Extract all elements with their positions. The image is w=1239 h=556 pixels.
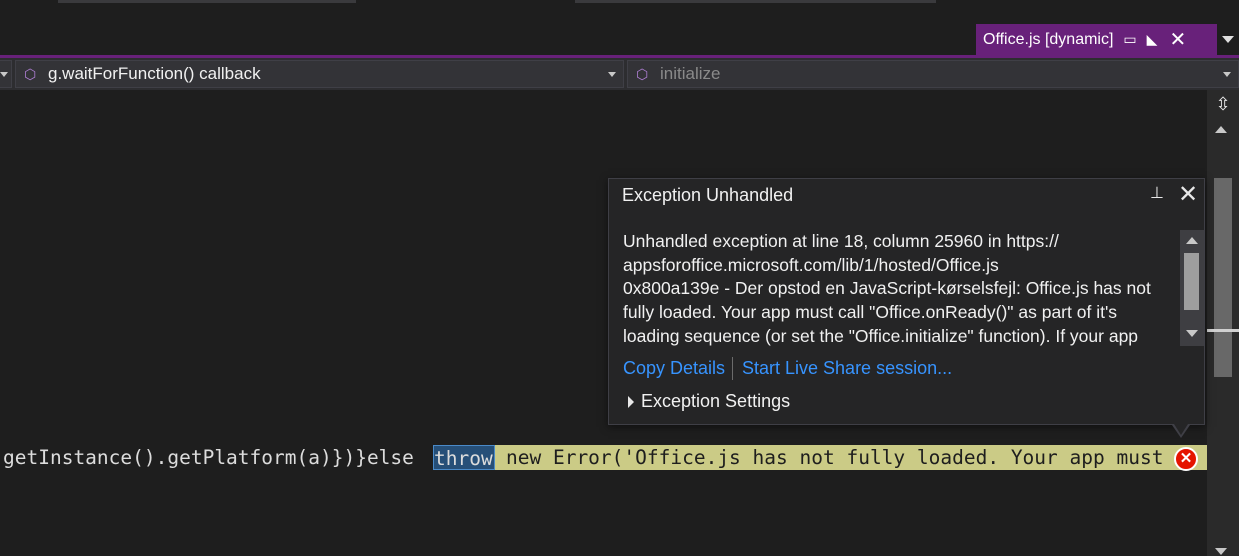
exception-message: Unhandled exception at line 18, column 2… xyxy=(623,230,1173,346)
code-line[interactable]: getInstance().getPlatform(a)})}else thro… xyxy=(0,445,1207,470)
split-editor-icon[interactable]: ⇳ xyxy=(1210,92,1236,116)
document-tab-title: Office.js [dynamic] xyxy=(983,30,1114,48)
close-icon[interactable]: ✕ xyxy=(1178,180,1198,209)
message-line: 0x800a139e - Der opstod en JavaScript-kø… xyxy=(623,278,1151,299)
scroll-up-icon[interactable] xyxy=(1215,126,1227,133)
chevron-down-icon xyxy=(0,72,8,77)
pin-icon[interactable]: ⊥ xyxy=(1150,183,1164,203)
exception-settings-toggle[interactable]: Exception Settings xyxy=(641,391,790,412)
pin-icon[interactable]: ▭ xyxy=(1123,31,1136,48)
scroll-down-icon[interactable] xyxy=(1186,330,1198,337)
editor-scroll-thumb[interactable] xyxy=(1214,178,1232,377)
scroll-down-icon[interactable] xyxy=(1215,548,1227,555)
cube-icon: ⬡ xyxy=(24,65,37,82)
code-text: getInstance().getPlatform(a)})}else xyxy=(3,446,414,469)
member-combo[interactable]: ⬡ initialize xyxy=(627,60,1239,88)
document-tab-officejs[interactable]: Office.js [dynamic] ▭ ◣ ✕ xyxy=(976,24,1217,55)
expand-arrow-icon[interactable] xyxy=(628,396,634,408)
close-icon[interactable]: ✕ xyxy=(1169,27,1186,52)
message-line: Unhandled exception at line 18, column 2… xyxy=(623,231,1059,251)
message-line: fully loaded. Your app must call "Office… xyxy=(623,302,1118,323)
scope-combo[interactable]: ⬡ g.waitForFunction() callback xyxy=(15,60,624,88)
message-line: appsforoffice.microsoft.com/lib/1/hosted… xyxy=(623,254,999,275)
popup-pointer-fill xyxy=(1174,424,1188,435)
tab-dropdown-icon[interactable] xyxy=(1222,36,1234,43)
member-combo-label: initialize xyxy=(660,64,721,83)
message-scroll-thumb[interactable] xyxy=(1184,253,1199,310)
previous-tab-edge[interactable] xyxy=(575,0,936,3)
scroll-up-icon[interactable] xyxy=(1186,237,1198,244)
link-divider xyxy=(732,357,733,380)
float-window-icon[interactable]: ◣ xyxy=(1147,31,1158,48)
chevron-down-icon xyxy=(608,72,616,77)
code-selection: throw xyxy=(433,445,495,470)
previous-tab-edge[interactable] xyxy=(58,0,356,3)
live-share-link[interactable]: Start Live Share session... xyxy=(742,358,952,379)
message-line: loading sequence (or set the "Office.ini… xyxy=(623,325,1139,346)
error-icon[interactable]: ✕ xyxy=(1174,447,1198,471)
exception-highlight: new Error('Office.js has not fully loade… xyxy=(495,445,1207,470)
scope-combo-label: g.waitForFunction() callback xyxy=(48,64,261,83)
popup-title: Exception Unhandled xyxy=(622,185,794,205)
cube-icon: ⬡ xyxy=(636,65,649,82)
copy-details-link[interactable]: Copy Details xyxy=(623,358,725,379)
scroll-position-marker xyxy=(1207,329,1239,332)
chevron-down-icon xyxy=(1223,72,1231,77)
project-combo[interactable] xyxy=(0,60,12,88)
